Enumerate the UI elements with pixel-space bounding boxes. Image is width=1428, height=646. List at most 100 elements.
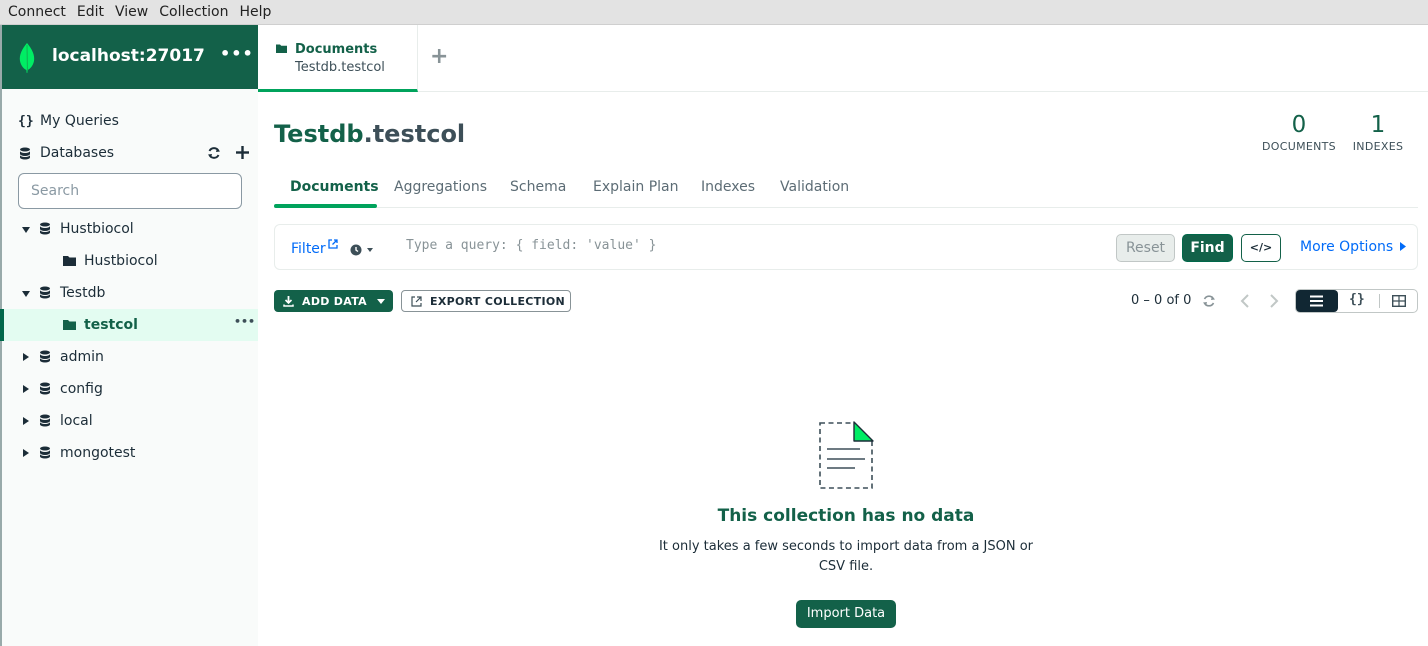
tree-label: Hustbiocol (60, 221, 134, 237)
database-icon (40, 286, 50, 299)
chevron-right-icon[interactable] (23, 417, 29, 425)
filter-link[interactable]: Filter (291, 239, 338, 257)
export-icon (411, 295, 422, 307)
database-icon (40, 446, 50, 459)
tab-schema[interactable]: Schema (510, 179, 566, 195)
sidebar-search[interactable] (18, 173, 242, 209)
tree-label: admin (60, 349, 104, 365)
tree-label: Testdb (60, 285, 106, 301)
reset-button[interactable]: Reset (1116, 234, 1175, 262)
tree-db-hustbiocol[interactable]: Hustbiocol (2, 213, 258, 245)
query-input[interactable]: Type a query: { field: 'value' } (406, 238, 656, 253)
tree-coll-testcol[interactable]: testcol ••• (0, 309, 258, 341)
connection-header[interactable]: localhost:27017 ••• (2, 25, 258, 89)
folder-icon (63, 256, 76, 266)
add-tab-icon[interactable]: + (430, 44, 448, 69)
tree-label: Hustbiocol (84, 253, 158, 269)
database-icon (40, 414, 50, 427)
menu-edit[interactable]: Edit (77, 4, 104, 20)
export-collection-button[interactable]: EXPORT COLLECTION (401, 290, 571, 312)
tab-aggregations[interactable]: Aggregations (394, 179, 487, 195)
tree-label: testcol (84, 317, 138, 333)
my-queries-item[interactable]: {} My Queries (2, 105, 258, 137)
workspace-tab-documents[interactable]: Documents Testdb.testcol (258, 25, 418, 92)
tree-db-admin[interactable]: admin (2, 341, 258, 373)
tab-subtitle: Testdb.testcol (295, 60, 385, 75)
empty-document-icon (819, 421, 874, 489)
menu-collection[interactable]: Collection (159, 4, 228, 20)
indexes-stat: 1 INDEXES (1352, 112, 1404, 153)
clock-icon[interactable] (350, 244, 374, 256)
chevron-down-icon[interactable] (22, 291, 30, 297)
code-button[interactable]: </> (1241, 234, 1281, 262)
query-bar: Filter Type a query: { field: 'value' } … (274, 224, 1418, 270)
collection-sep: . (363, 120, 373, 148)
tab-title: Documents (295, 42, 378, 57)
empty-state-title: This collection has no data (717, 506, 975, 526)
menu-view[interactable]: View (115, 4, 148, 20)
find-button[interactable]: Find (1182, 234, 1233, 262)
chevron-right-icon[interactable] (23, 449, 29, 457)
more-options-link[interactable]: More Options (1300, 239, 1406, 255)
export-label: EXPORT COLLECTION (430, 294, 565, 308)
documents-caption: DOCUMENTS (1262, 140, 1336, 153)
active-indicator (0, 309, 4, 341)
chevron-down-icon[interactable] (22, 227, 30, 233)
tree-db-config[interactable]: config (2, 373, 258, 405)
database-icon (40, 350, 50, 363)
tree-label: mongotest (60, 445, 136, 461)
tab-explain-plan[interactable]: Explain Plan (593, 179, 678, 195)
menubar: Connect Edit View Collection Help (0, 0, 1428, 25)
documents-stat: 0 DOCUMENTS (1262, 112, 1336, 153)
folder-icon (276, 44, 287, 53)
chevron-right-icon[interactable] (23, 353, 29, 361)
active-tab-underline (274, 204, 377, 208)
row-more-icon[interactable]: ••• (234, 315, 255, 328)
braces-icon: {} (18, 113, 34, 129)
next-page-icon[interactable] (1269, 294, 1279, 308)
collection-db-name: Testdb (274, 120, 364, 148)
connection-more-icon[interactable]: ••• (220, 44, 254, 63)
list-view-button[interactable] (1296, 290, 1338, 312)
tree-db-mongotest[interactable]: mongotest (2, 437, 258, 469)
collection-title: Testdb.testcol (274, 120, 465, 148)
refresh-icon[interactable] (207, 146, 221, 160)
download-icon (283, 295, 294, 307)
external-link-icon (328, 239, 338, 249)
tab-indexes[interactable]: Indexes (701, 179, 755, 195)
tree-coll-hustbiocol[interactable]: Hustbiocol (2, 245, 258, 277)
collection-name: testcol (372, 120, 466, 148)
prev-page-icon[interactable] (1240, 294, 1250, 308)
tree-db-local[interactable]: local (2, 405, 258, 437)
chevron-down-icon (376, 298, 385, 304)
list-icon (1310, 295, 1323, 307)
chevron-right-icon[interactable] (23, 385, 29, 393)
tree-label: local (60, 413, 93, 429)
folder-icon (63, 320, 76, 330)
databases-header: Databases (2, 137, 258, 169)
database-icon (20, 147, 30, 160)
tab-documents[interactable]: Documents (290, 179, 379, 195)
sidebar: localhost:27017 ••• {} My Queries Databa… (0, 25, 258, 646)
tree-db-testdb[interactable]: Testdb (2, 277, 258, 309)
tab-validation[interactable]: Validation (780, 179, 849, 195)
menu-connect[interactable]: Connect (8, 4, 66, 20)
view-switcher: {} (1295, 289, 1418, 313)
collection-subtabs: Documents Aggregations Schema Explain Pl… (274, 170, 1418, 208)
add-database-icon[interactable] (236, 146, 249, 159)
refresh-icon[interactable] (1202, 294, 1216, 308)
add-data-button[interactable]: ADD DATA (274, 290, 393, 312)
divider (1379, 294, 1380, 308)
connection-name: localhost:27017 (52, 46, 205, 66)
database-icon (40, 382, 50, 395)
documents-count: 0 (1291, 112, 1307, 138)
mongodb-leaf-icon (19, 43, 35, 73)
json-view-icon[interactable]: {} (1349, 292, 1365, 307)
query-history[interactable] (350, 241, 374, 260)
table-view-icon[interactable] (1392, 295, 1406, 307)
sidebar-search-input[interactable] (31, 183, 231, 199)
import-data-button[interactable]: Import Data (796, 600, 896, 628)
add-data-label: ADD DATA (302, 294, 367, 308)
caret-right-icon (1399, 242, 1406, 251)
menu-help[interactable]: Help (240, 4, 272, 20)
